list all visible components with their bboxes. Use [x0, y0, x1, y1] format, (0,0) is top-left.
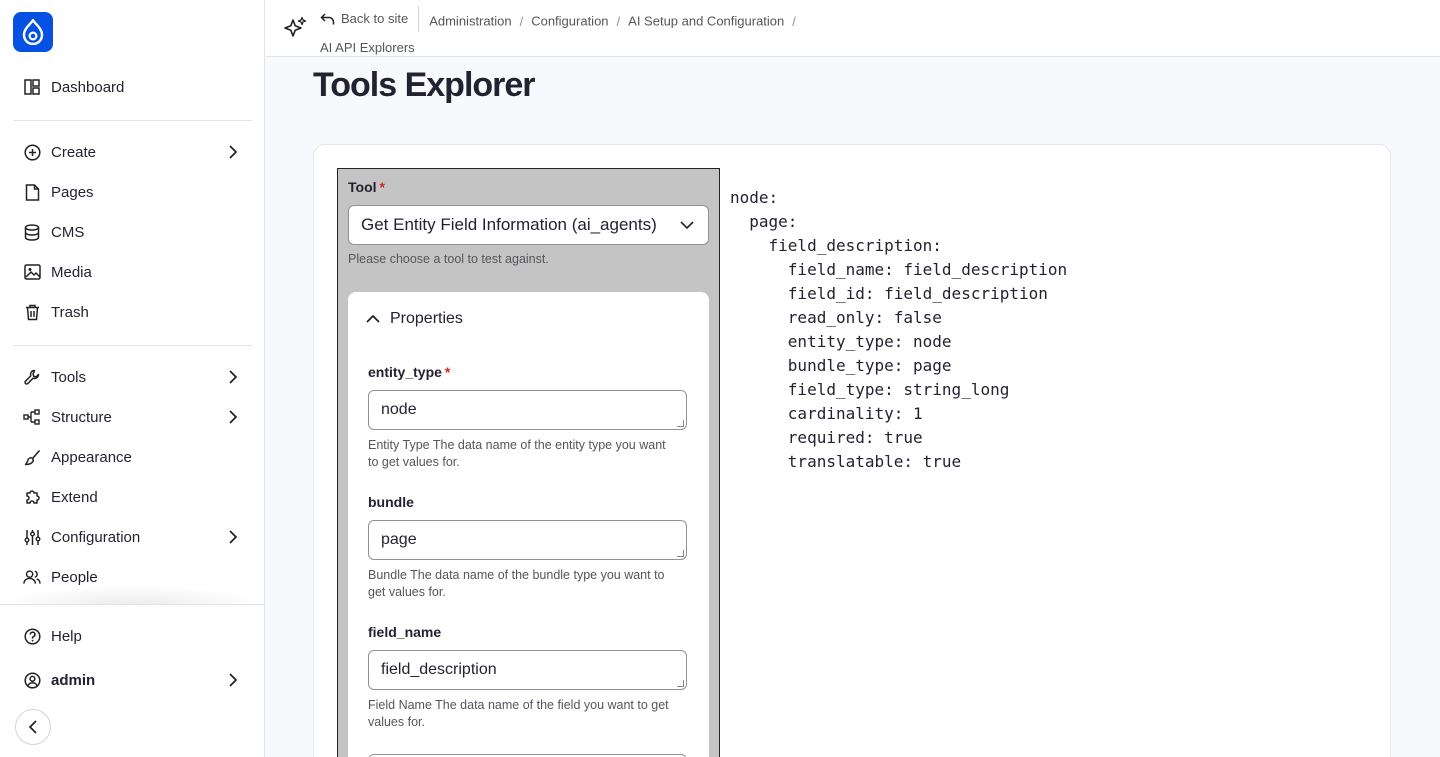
chevron-up-icon [366, 314, 380, 323]
sidebar-divider [0, 604, 264, 605]
breadcrumb-item-administration[interactable]: Administration [429, 14, 511, 29]
breadcrumb-separator: / [519, 13, 524, 29]
page-title: Tools Explorer [313, 66, 536, 104]
sidebar-item-media[interactable]: Media [13, 254, 252, 290]
sidebar-item-pages[interactable]: Pages [13, 174, 252, 210]
sidebar: Dashboard Create Pages CMS Media Trash T… [0, 0, 265, 757]
breadcrumb-separator: / [616, 13, 621, 29]
collapse-sidebar-button[interactable] [15, 709, 51, 745]
image-icon [23, 263, 41, 281]
tool-select-value: Get Entity Field Information (ai_agents) [361, 215, 657, 234]
back-to-site-link[interactable]: Back to site [320, 6, 420, 32]
chevron-right-icon [224, 528, 242, 546]
user-icon [23, 671, 41, 689]
sidebar-item-label: Appearance [51, 448, 132, 466]
sidebar-item-trash[interactable]: Trash [13, 294, 252, 330]
sidebar-item-cms[interactable]: CMS [13, 214, 252, 250]
breadcrumb-current: AI API Explorers [320, 39, 415, 55]
sidebar-divider [13, 345, 252, 346]
sidebar-item-label: Configuration [51, 528, 141, 546]
drupal-drop-icon [22, 19, 44, 45]
sidebar-item-label: Media [51, 263, 92, 281]
sidebar-item-dashboard[interactable]: Dashboard [13, 69, 252, 105]
database-icon [23, 223, 41, 241]
structure-icon [23, 408, 41, 426]
entity-type-value: node [381, 401, 417, 418]
breadcrumb: Back to site Administration / Configuratio… [320, 6, 880, 61]
entity-type-label-text: entity_type [368, 364, 442, 380]
sidebar-item-label: Dashboard [51, 78, 125, 96]
tool-select[interactable]: Get Entity Field Information (ai_agents) [348, 205, 709, 245]
sidebar-item-extend[interactable]: Extend [13, 479, 252, 515]
tool-label-text: Tool [348, 179, 377, 195]
tool-help-text: Please choose a tool to test against. [348, 252, 549, 266]
brush-icon [23, 448, 41, 466]
entity-type-input[interactable]: node [368, 390, 687, 430]
resize-handle[interactable] [677, 420, 684, 427]
wrench-icon [23, 368, 41, 386]
chevron-left-icon [28, 720, 37, 734]
plus-circle-icon [23, 143, 41, 161]
tool-label: Tool * [348, 179, 385, 195]
field-name-value: field_description [381, 661, 497, 678]
sidebar-item-label: Extend [51, 488, 98, 506]
sidebar-item-label: Create [51, 143, 97, 161]
back-arrow-icon [320, 12, 335, 24]
sidebar-item-user[interactable]: admin [13, 662, 252, 698]
bundle-input[interactable]: page [368, 520, 687, 560]
sidebar-item-tools[interactable]: Tools [13, 359, 252, 395]
drupal-logo[interactable] [13, 12, 53, 52]
sidebar-item-label: Trash [51, 303, 89, 321]
puzzle-icon [23, 488, 41, 506]
entity-type-label: entity_type * [368, 364, 450, 380]
sidebar-item-configuration[interactable]: Configuration [13, 519, 252, 555]
sidebar-item-structure[interactable]: Structure [13, 399, 252, 435]
breadcrumb-separator: / [792, 13, 796, 29]
chevron-right-icon [224, 671, 242, 689]
people-icon [23, 568, 41, 586]
trash-icon [23, 303, 41, 321]
sidebar-item-label: Tools [51, 368, 87, 386]
chevron-right-icon [224, 408, 242, 426]
sliders-icon [23, 528, 41, 546]
resize-handle[interactable] [677, 550, 684, 557]
sidebar-item-create[interactable]: Create [13, 134, 252, 170]
bundle-value: page [381, 531, 417, 548]
bundle-help: Bundle The data name of the bundle type … [368, 568, 665, 599]
chevron-down-icon [680, 221, 694, 230]
dashboard-icon [23, 78, 41, 96]
back-to-site-label: Back to site [341, 11, 409, 26]
bundle-label: bundle [368, 494, 414, 510]
field-name-help: Field Name The data name of the field yo… [368, 698, 669, 729]
breadcrumb-item-ai-setup[interactable]: AI Setup and Configuration [628, 14, 784, 29]
properties-label: Properties [390, 310, 463, 327]
sidebar-item-label: Structure [51, 408, 112, 426]
sidebar-item-label: Help [51, 627, 82, 645]
sidebar-item-appearance[interactable]: Appearance [13, 439, 252, 475]
sidebar-divider [13, 120, 252, 121]
field-name-label: field_name [368, 624, 442, 640]
resize-handle[interactable] [677, 680, 684, 687]
file-icon [23, 183, 41, 201]
output-yaml: node: page: field_description: field_nam… [730, 188, 1068, 471]
sidebar-item-label: admin [51, 671, 96, 689]
entity-type-help: Entity Type The data name of the entity … [368, 438, 666, 469]
scroll-fade [0, 585, 264, 605]
tool-form: Tool * Get Entity Field Information (ai_a… [337, 168, 720, 757]
sidebar-item-label: Pages [51, 183, 94, 201]
breadcrumb-item-configuration[interactable]: Configuration [531, 14, 608, 29]
field-name-input[interactable]: field_description [368, 650, 687, 690]
chevron-right-icon [224, 143, 242, 161]
sidebar-item-label: People [51, 568, 98, 586]
top-bar: Back to site Administration / Configuratio… [265, 0, 1440, 57]
sidebar-item-label: CMS [51, 223, 85, 241]
help-icon [23, 627, 41, 645]
sparkles-icon [284, 16, 307, 37]
properties-summary[interactable]: Properties [366, 310, 463, 328]
chevron-right-icon [224, 368, 242, 386]
required-marker: * [444, 364, 451, 380]
properties-details: Properties entity_type * node Entity Type… [348, 292, 709, 757]
required-marker: * [379, 179, 385, 195]
sidebar-item-help[interactable]: Help [13, 618, 252, 654]
